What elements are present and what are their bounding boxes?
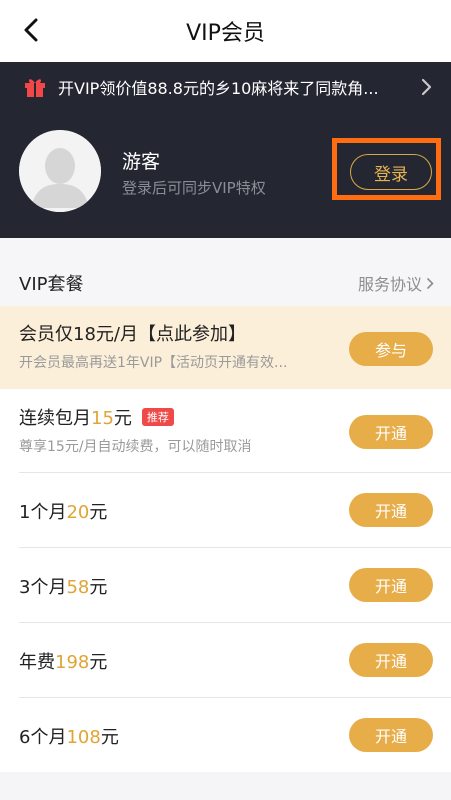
plan-row-1-month[interactable]: 1个月20元 开通 — [0, 473, 451, 548]
login-button[interactable]: 登录 — [350, 154, 432, 190]
plan-row-promo[interactable]: 会员仅18元/月【点此参加】 开会员最高再送1年VIP【活动页开通有效... 参… — [0, 306, 451, 389]
open-button[interactable]: 开通 — [349, 415, 433, 449]
bottom-spacer — [0, 772, 451, 800]
plan-subtitle: 开会员最高再送1年VIP【活动页开通有效... — [19, 355, 288, 371]
top-bar: VIP会员 — [0, 0, 451, 62]
service-agreement-label: 服务协议 — [357, 275, 422, 294]
plan-title: 6个月108元 — [19, 727, 119, 748]
plan-row-monthly-auto[interactable]: 连续包月15元 推荐 尊享15元/月自动续费，可以随时取消 开通 — [0, 389, 451, 473]
service-agreement-link[interactable]: 服务协议 — [358, 271, 434, 295]
open-button[interactable]: 开通 — [349, 718, 433, 752]
plan-title: 连续包月15元 推荐 — [19, 404, 174, 430]
plan-row-annual[interactable]: 年费198元 开通 — [0, 623, 451, 698]
plan-title: 3个月58元 — [19, 577, 108, 598]
open-button[interactable]: 开通 — [349, 493, 433, 527]
promo-banner[interactable]: 开VIP领价值88.8元的乡10麻将来了同款角... — [0, 62, 451, 112]
plans-title: VIP套餐 — [19, 274, 84, 295]
plan-title: 年费198元 — [19, 652, 108, 673]
user-name: 游客 — [122, 151, 161, 173]
page-title: VIP会员 — [186, 21, 265, 46]
plans-header: VIP套餐 服务协议 — [0, 238, 451, 306]
plan-row-6-months[interactable]: 6个月108元 开通 — [0, 698, 451, 772]
open-button[interactable]: 开通 — [349, 643, 433, 677]
plan-title: 1个月20元 — [19, 502, 108, 523]
gift-icon — [24, 76, 46, 98]
promo-text: 开VIP领价值88.8元的乡10麻将来了同款角... — [58, 79, 379, 98]
join-button[interactable]: 参与 — [349, 332, 433, 366]
chevron-right-icon — [426, 277, 434, 289]
default-avatar-icon[interactable] — [19, 130, 101, 212]
recommend-badge: 推荐 — [141, 408, 174, 426]
chevron-right-icon — [421, 78, 433, 96]
user-subtitle: 登录后可同步VIP特权 — [122, 179, 266, 197]
plan-row-3-months[interactable]: 3个月58元 开通 — [0, 548, 451, 623]
chevron-left-icon[interactable] — [14, 13, 48, 47]
plan-subtitle: 尊享15元/月自动续费，可以随时取消 — [19, 439, 252, 455]
open-button[interactable]: 开通 — [349, 568, 433, 602]
user-panel: 游客 登录后可同步VIP特权 登录 — [0, 112, 451, 238]
plan-title: 会员仅18元/月【点此参加】 — [19, 324, 246, 345]
